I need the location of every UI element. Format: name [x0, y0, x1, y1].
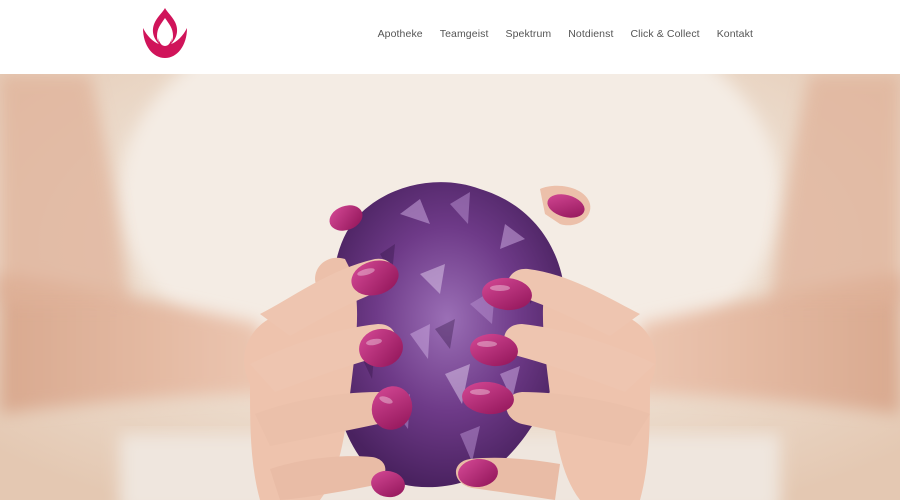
main-navigation: Apotheke Teamgeist Spektrum Notdienst Cl… [361, 0, 753, 68]
nav-item-click-collect[interactable]: Click & Collect [631, 28, 700, 40]
nav-item-spektrum[interactable]: Spektrum [506, 28, 552, 40]
nav-item-teamgeist[interactable]: Teamgeist [440, 28, 489, 40]
logo-icon[interactable] [137, 6, 193, 62]
hero-image [0, 74, 900, 500]
nav-item-kontakt[interactable]: Kontakt [717, 28, 753, 40]
nav-item-notdienst[interactable]: Notdienst [568, 28, 613, 40]
nav-item-apotheke[interactable]: Apotheke [378, 28, 423, 40]
site-header: Apotheke Teamgeist Spektrum Notdienst Cl… [0, 0, 900, 74]
